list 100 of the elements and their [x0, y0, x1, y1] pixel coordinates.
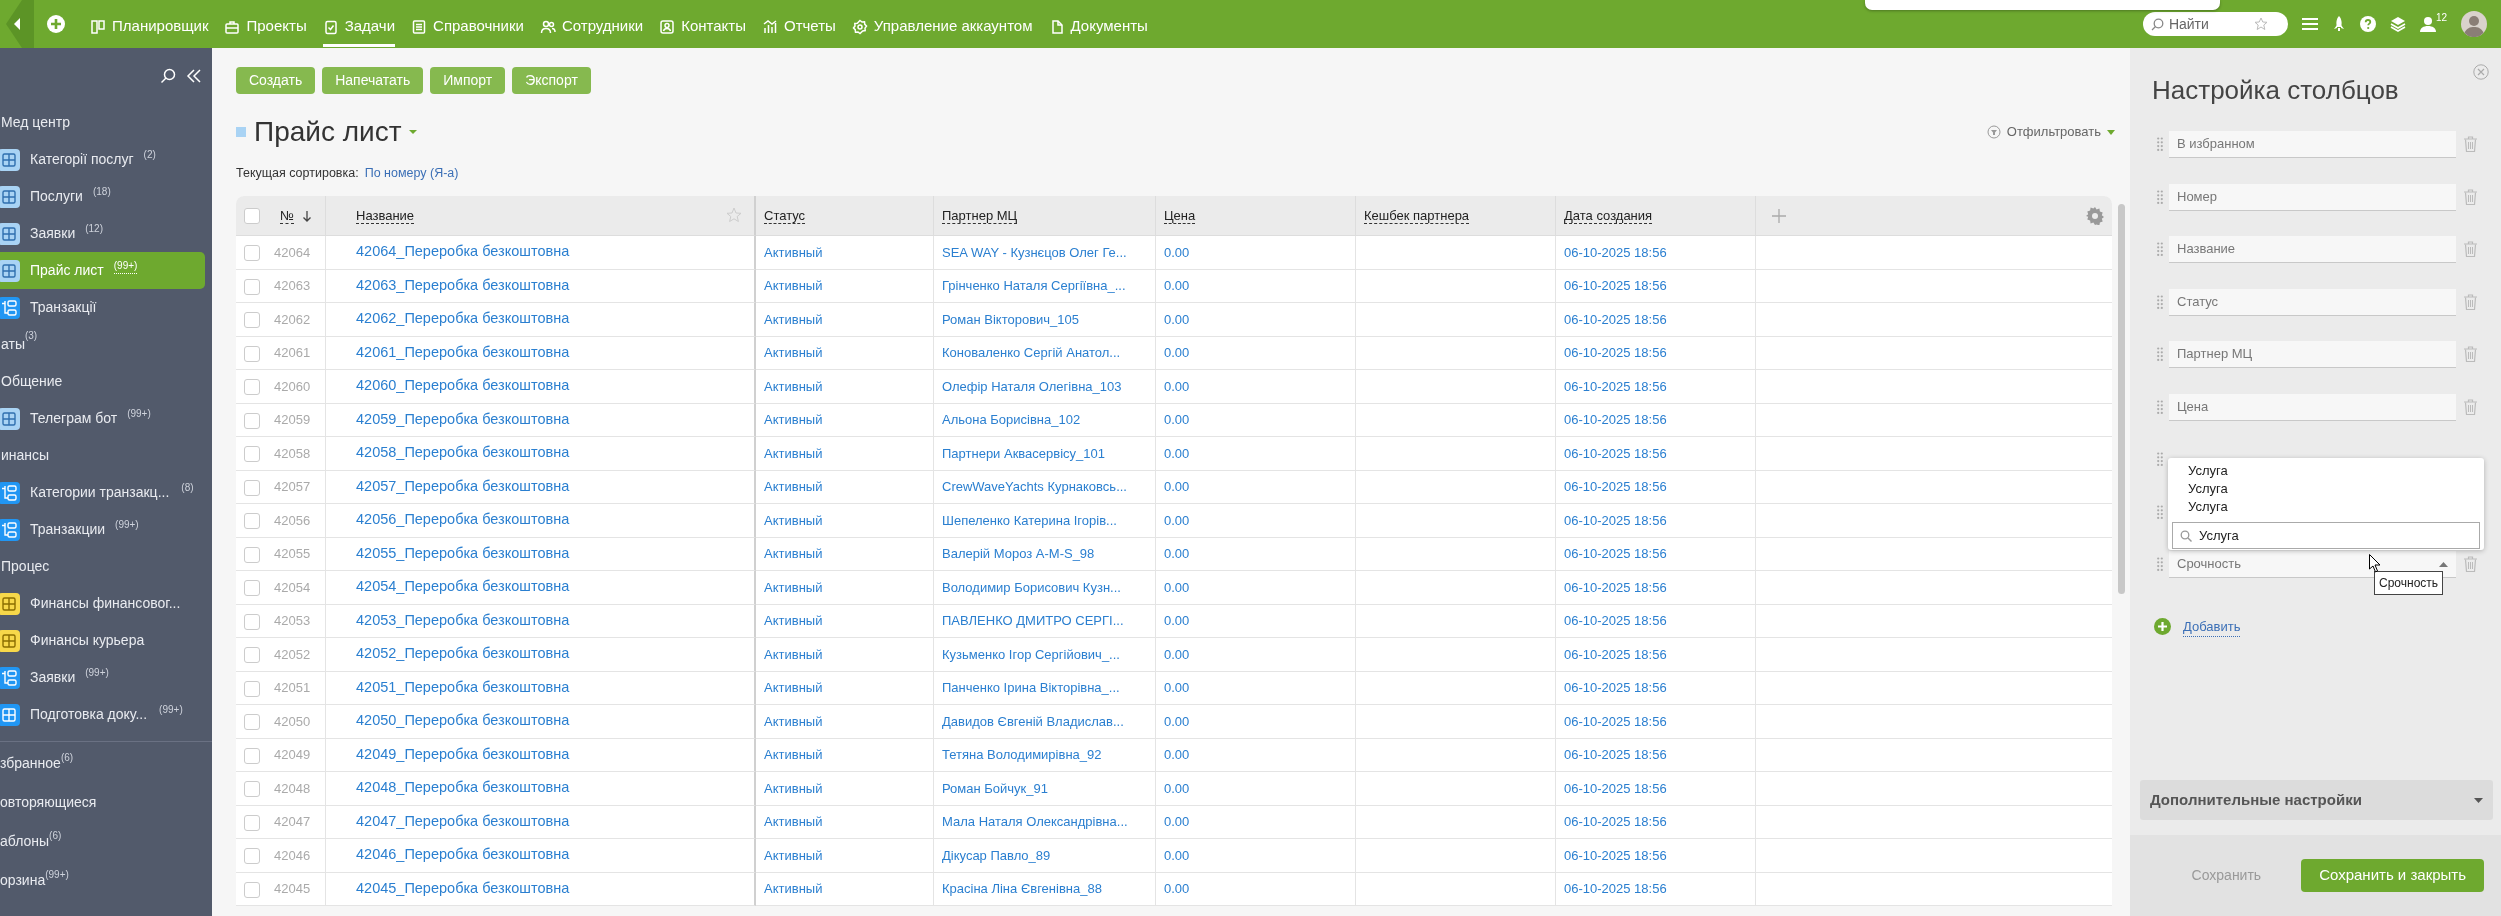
partner-link[interactable]: Мала Наталя Олександрівна... [942, 814, 1128, 829]
item-link[interactable]: 42060_Переробка безкоштовна [356, 377, 570, 394]
column-select[interactable]: Цена [2169, 393, 2456, 421]
row-checkbox[interactable] [244, 412, 260, 429]
partner-link[interactable]: ПАВЛЕНКО ДМИТРО СЕРГІ... [942, 613, 1124, 628]
drag-handle-icon[interactable] [2157, 399, 2163, 414]
item-link[interactable]: 42045_Переробка безкоштовна [356, 879, 570, 896]
row-checkbox[interactable] [244, 379, 260, 396]
sidebar-item[interactable]: Финансы финансовог... [0, 585, 205, 622]
star-icon[interactable] [726, 207, 742, 223]
row-checkbox[interactable] [244, 345, 260, 362]
partner-link[interactable]: Тетяна Володимирівна_92 [942, 747, 1102, 762]
item-link[interactable]: 42046_Переробка безкоштовна [356, 846, 570, 863]
item-link[interactable]: 42056_Переробка безкоштовна [356, 511, 570, 528]
row-checkbox[interactable] [244, 781, 260, 798]
partner-link[interactable]: Партнери Аквасервісу_101 [942, 445, 1105, 461]
column-header[interactable]: Цена [1164, 207, 1196, 224]
row-checkbox[interactable] [244, 479, 260, 496]
column-header[interactable]: Название [356, 207, 415, 224]
item-link[interactable]: 42048_Переробка безкоштовна [356, 779, 570, 796]
section-heading[interactable]: Мед центр [0, 104, 212, 141]
drag-handle-icon[interactable] [2157, 504, 2163, 519]
partner-link[interactable]: Роман Вікторович_105 [942, 311, 1080, 327]
select-all-checkbox[interactable] [244, 208, 260, 225]
partner-link[interactable]: SEA WAY - Кузнєцов Олег Ге... [942, 244, 1127, 260]
partner-link[interactable]: Володимир Борисович Кузн... [942, 579, 1121, 595]
item-link[interactable]: 42064_Переробка безкоштовна [356, 243, 570, 260]
toolbar-button[interactable]: Создать [236, 67, 316, 94]
sidebar-item[interactable]: Подготовка доку... (99+) [0, 696, 205, 733]
sidebar-link[interactable]: овторяющиеся [0, 783, 212, 822]
item-link[interactable]: 42049_Переробка безкоштовна [356, 745, 570, 762]
collapse-icon[interactable] [186, 68, 202, 84]
partner-link[interactable]: Шепеленко Катерина Ігорів... [942, 512, 1117, 528]
row-checkbox[interactable] [244, 747, 260, 764]
item-link[interactable]: 42052_Переробка безкоштовна [356, 645, 570, 662]
sort-arrow-icon[interactable] [301, 210, 312, 223]
row-checkbox[interactable] [244, 680, 260, 697]
nav-tab[interactable]: Проекты [224, 11, 307, 47]
sidebar-item[interactable]: Финансы курьера [0, 622, 205, 659]
nav-tab[interactable]: Сотрудники [539, 11, 644, 47]
row-checkbox[interactable] [244, 245, 260, 262]
partner-link[interactable]: Панченко Ірина Вікторівна_... [942, 680, 1120, 695]
drag-handle-icon[interactable] [2157, 347, 2163, 361]
layers-icon[interactable] [2389, 16, 2406, 32]
sort-link[interactable]: По номеру (Я-а) [364, 164, 459, 184]
help-icon[interactable] [2359, 16, 2376, 32]
trash-icon[interactable] [2464, 188, 2477, 205]
drag-handle-icon[interactable] [2157, 189, 2163, 204]
partner-link[interactable]: Дікусар Павло_89 [942, 847, 1051, 863]
trash-icon[interactable] [2464, 241, 2477, 257]
nav-tab[interactable]: Справочники [411, 11, 524, 47]
sidebar-item[interactable]: Транзакції [0, 289, 205, 326]
section-heading[interactable]: Процес [0, 548, 212, 585]
nav-tab[interactable]: Задачи [322, 11, 396, 47]
partner-link[interactable]: Коноваленко Сергій Анатол... [942, 345, 1121, 360]
sidebar-item[interactable]: Послуги (18) [0, 178, 205, 215]
settings-icon[interactable] [2086, 207, 2104, 225]
dropdown-option[interactable]: Услуга [2172, 498, 2480, 516]
row-checkbox[interactable] [244, 613, 260, 630]
column-select[interactable]: В избранном [2169, 131, 2456, 158]
row-checkbox[interactable] [244, 546, 260, 563]
partner-link[interactable]: Грінченко Наталя Сергіївна_... [942, 278, 1126, 293]
caret-icon[interactable] [407, 129, 418, 135]
star-icon[interactable] [2253, 17, 2268, 31]
avatar[interactable] [2461, 11, 2487, 37]
trash-icon[interactable] [2464, 556, 2477, 572]
trash-icon[interactable] [2464, 136, 2477, 152]
partner-link[interactable]: Красіна Ліна Євгенівна_88 [942, 881, 1102, 896]
column-header[interactable]: Дата создания [1564, 207, 1653, 224]
search-box[interactable]: Найти [2142, 12, 2288, 36]
search-icon[interactable] [160, 68, 176, 84]
partner-link[interactable]: CrewWaveYachts Курнаковсь... [942, 479, 1127, 494]
row-checkbox[interactable] [244, 881, 260, 898]
row-checkbox[interactable] [244, 513, 260, 530]
dropdown-option[interactable]: Услуга [2172, 462, 2480, 480]
sidebar-item[interactable]: Категории транзакц... (8) [0, 474, 205, 511]
scrollbar[interactable] [2118, 204, 2125, 594]
drag-handle-icon[interactable] [2157, 137, 2163, 151]
partner-link[interactable]: Давидов Євгеній Владислав... [942, 713, 1124, 729]
add-icon[interactable] [2154, 618, 2171, 636]
item-link[interactable]: 42061_Переробка безкоштовна [356, 343, 570, 360]
save-close-button[interactable]: Сохранить и закрыть [2301, 859, 2484, 892]
close-icon[interactable] [2473, 64, 2489, 80]
toolbar-button[interactable]: Напечатать [322, 67, 424, 94]
item-link[interactable]: 42063_Переробка безкоштовна [356, 276, 570, 293]
item-link[interactable]: 42053_Переробка безкоштовна [356, 611, 570, 628]
row-checkbox[interactable] [244, 714, 260, 731]
add-column-icon[interactable] [1772, 209, 1786, 224]
search-field[interactable]: Услуга [2172, 522, 2480, 549]
sidebar-item[interactable]: Телеграм бот (99+) [0, 400, 205, 437]
column-select[interactable]: Партнер МЦ [2169, 341, 2456, 368]
partner-link[interactable]: Альона Борисівна_102 [942, 412, 1081, 427]
drag-handle-icon[interactable] [2157, 557, 2163, 571]
drag-handle-icon[interactable] [2157, 242, 2163, 256]
partner-link[interactable]: Кузьменко Ігор Сергійович_... [942, 646, 1120, 662]
sidebar-item[interactable]: Прайс лист (99+) [0, 252, 205, 289]
column-select[interactable]: Срочность [2169, 551, 2456, 578]
drag-handle-icon[interactable] [2157, 452, 2163, 466]
row-checkbox[interactable] [244, 814, 260, 831]
toolbar-button[interactable]: Экспорт [512, 67, 591, 94]
